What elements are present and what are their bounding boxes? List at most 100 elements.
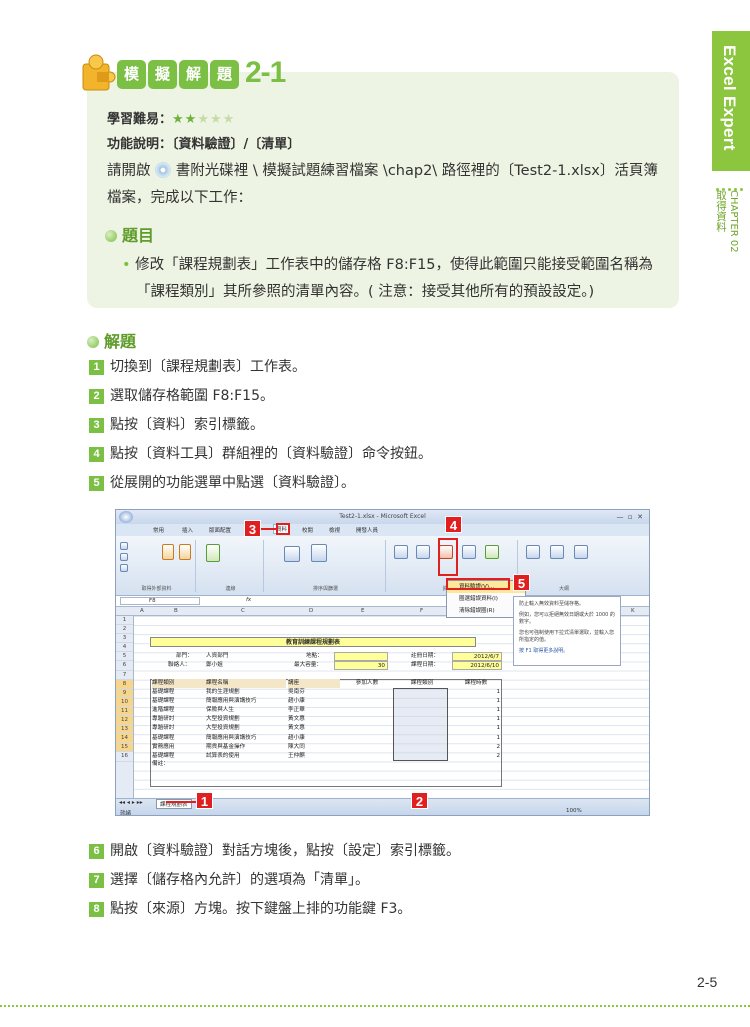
filter-icon[interactable] — [311, 544, 327, 562]
row-header[interactable]: 1 — [116, 616, 133, 626]
group-sort-filter: 排序與篩選 — [266, 540, 386, 592]
tab-developer[interactable]: 開發人員 — [356, 526, 378, 534]
remove-duplicates-icon[interactable] — [416, 545, 430, 559]
ungroup-icon[interactable] — [550, 545, 564, 559]
cell-hours[interactable]: 1 — [452, 697, 500, 706]
col-header[interactable]: C — [241, 608, 245, 614]
col-header[interactable]: E — [361, 608, 364, 614]
fx-icon[interactable]: fx — [246, 597, 251, 603]
cell-category[interactable]: 專題研討 — [152, 715, 174, 724]
access-icon[interactable] — [120, 542, 128, 550]
name-box[interactable]: F8 — [120, 597, 200, 605]
what-if-icon[interactable] — [485, 545, 499, 559]
reg-date-value[interactable]: 2012/6/7 — [452, 652, 502, 661]
sheet-nav-icon[interactable]: ◂◂ ◂ ▸ ▸▸ — [119, 799, 143, 806]
cell-course[interactable]: 試算表的使用 — [206, 752, 240, 761]
existing-conn-icon[interactable] — [179, 544, 191, 560]
tooltip-line: 例如，您可以拒絕無效日期或大於 1000 的數字。 — [519, 612, 615, 625]
selected-range[interactable] — [393, 688, 448, 761]
row-header[interactable]: 15 — [116, 743, 133, 753]
row-header[interactable]: 12 — [116, 716, 133, 726]
cell-course[interactable]: 簡報應用與演講技巧 — [206, 697, 256, 706]
row-header[interactable]: 10 — [116, 697, 133, 707]
row-header[interactable]: 8 — [116, 679, 133, 689]
cell-course[interactable]: 大型投資規劃 — [206, 715, 240, 724]
row-header[interactable]: 13 — [116, 725, 133, 735]
cell-course[interactable]: 簡報應用與演講技巧 — [206, 734, 256, 743]
subtotal-icon[interactable] — [574, 545, 588, 559]
office-button-icon[interactable] — [119, 511, 133, 523]
location-value[interactable] — [334, 652, 388, 661]
cell-teacher[interactable]: 趙小康 — [288, 697, 305, 706]
row-header[interactable]: 3 — [116, 634, 133, 644]
puzzle-icon — [82, 54, 116, 91]
cell-teacher[interactable]: 王仲麒 — [288, 752, 305, 761]
contact-label: 聯絡人： — [168, 662, 191, 668]
web-icon[interactable] — [120, 553, 128, 561]
cell-hours[interactable]: 1 — [452, 724, 500, 733]
cell-hours[interactable]: 2 — [452, 752, 500, 761]
tab-view[interactable]: 檢視 — [329, 526, 340, 534]
tab-review[interactable]: 校閱 — [302, 526, 313, 534]
col-header[interactable]: B — [174, 608, 178, 614]
page-number: 2-5 — [697, 974, 718, 990]
row-header[interactable]: 11 — [116, 706, 133, 717]
text-to-columns-icon[interactable] — [394, 545, 408, 559]
row-header[interactable]: 2 — [116, 625, 133, 635]
cell-course[interactable]: 我的生涯規劃 — [206, 688, 240, 697]
row-header[interactable]: 16 — [116, 752, 133, 762]
cell-hours[interactable]: 1 — [452, 734, 500, 743]
refresh-all-icon[interactable] — [206, 544, 220, 562]
zoom-level[interactable]: 100% — [566, 808, 582, 814]
consolidate-icon[interactable] — [462, 545, 476, 559]
tab-home[interactable]: 常用 — [153, 526, 164, 534]
badge-char-3: 解 — [179, 60, 208, 89]
cell-category[interactable]: 專題研討 — [152, 724, 174, 733]
row-header[interactable]: 14 — [116, 734, 133, 744]
row-header[interactable]: 6 — [116, 661, 133, 671]
bullet-icon — [105, 230, 117, 242]
cell-teacher[interactable]: 陳大同 — [288, 743, 305, 752]
cell-category[interactable]: 實務應用 — [152, 743, 174, 752]
row-header[interactable]: 7 — [116, 671, 133, 680]
col-header[interactable]: F — [420, 608, 423, 614]
col-header[interactable]: K — [631, 608, 635, 614]
capacity-value[interactable]: 30 — [334, 661, 388, 670]
cell-category[interactable]: 基礎課程 — [152, 734, 174, 743]
cell-category[interactable]: 基礎課程 — [152, 688, 174, 697]
cell-hours[interactable]: 2 — [452, 743, 500, 752]
sort-icon[interactable] — [284, 546, 300, 562]
col-header[interactable]: A — [140, 608, 144, 614]
dept-value[interactable]: 人資部門 — [206, 652, 228, 661]
course-date-value[interactable]: 2012/6/10 — [452, 661, 502, 670]
row-header[interactable]: 5 — [116, 652, 133, 662]
cell-hours[interactable]: 1 — [452, 688, 500, 697]
cell-category[interactable]: 進階課程 — [152, 706, 174, 715]
function-label: 功能說明： — [107, 137, 173, 152]
disc-icon — [155, 162, 172, 178]
text-icon[interactable] — [120, 564, 128, 572]
cell-hours[interactable]: 1 — [452, 706, 500, 715]
group-icon[interactable] — [526, 545, 540, 559]
tab-insert[interactable]: 插入 — [182, 526, 193, 534]
cell-category[interactable]: 基礎課程 — [152, 697, 174, 706]
cell-teacher[interactable]: 黃文惠 — [288, 715, 305, 724]
cell-teacher[interactable]: 吳南芬 — [288, 688, 305, 697]
tab-layout[interactable]: 版面配置 — [209, 526, 231, 534]
question-line-2: 「課程類別」其所參照的清單內容。( 注意：接受其他所有的預設設定。) — [136, 284, 595, 300]
contact-value[interactable]: 鄭小姐 — [206, 661, 223, 670]
cell-teacher[interactable]: 趙小康 — [288, 734, 305, 743]
cell-teacher[interactable]: 黃文惠 — [288, 724, 305, 733]
row-header[interactable]: 9 — [116, 688, 133, 698]
cell-teacher[interactable]: 李正華 — [288, 706, 305, 715]
callout-4: 4 — [445, 516, 462, 533]
cell-hours[interactable]: 1 — [452, 715, 500, 724]
cell-course[interactable]: 期貨與基金操作 — [206, 743, 245, 752]
cell-course[interactable]: 保險與人生 — [206, 706, 234, 715]
col-header[interactable]: D — [309, 608, 313, 614]
cell-course[interactable]: 大型投資規劃 — [206, 724, 240, 733]
step-text: 開啟〔資料驗證〕對話方塊後，點按〔設定〕索引標籤。 — [110, 843, 460, 859]
window-controls[interactable]: — ▫ ✕ — [616, 510, 643, 524]
other-sources-icon[interactable] — [162, 544, 174, 560]
row-header[interactable]: 4 — [116, 643, 133, 653]
